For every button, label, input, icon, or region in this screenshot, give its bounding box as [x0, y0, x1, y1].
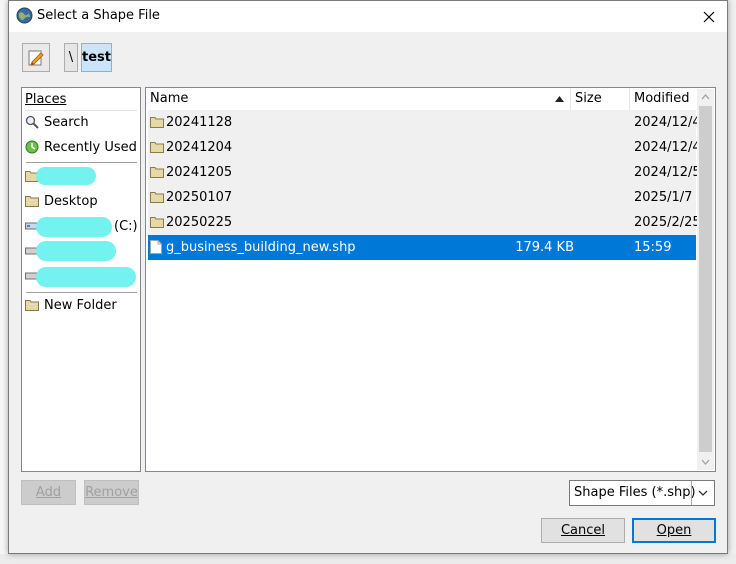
file-row-selected[interactable]: g_business_building_new.shp 179.4 KB 15:… — [148, 235, 696, 260]
column-header-size[interactable]: Size — [571, 88, 630, 110]
file-modified: 2025/2/25 — [634, 215, 701, 230]
scroll-up-icon — [701, 94, 710, 100]
file-row[interactable]: 20241205 2024/12/5 — [148, 160, 701, 185]
folder-icon — [150, 117, 164, 128]
type-filename-button[interactable] — [22, 43, 50, 72]
file-name: 20241128 — [166, 115, 233, 130]
button-label: Add — [35, 485, 62, 500]
add-button[interactable]: Add — [21, 480, 76, 505]
close-icon — [703, 11, 715, 23]
file-type-filter[interactable]: Shape Files (*.shp) — [569, 480, 715, 506]
file-icon — [150, 240, 162, 254]
file-modified: 2025/1/7 — [634, 190, 693, 205]
recent-icon — [24, 140, 40, 154]
places-separator — [26, 162, 137, 163]
vertical-scrollbar[interactable] — [697, 89, 714, 470]
path-current-folder-button[interactable]: test — [81, 43, 112, 72]
folder-icon — [150, 167, 164, 178]
background-window — [0, 0, 8, 564]
close-button[interactable] — [697, 5, 721, 29]
folder-icon — [24, 194, 40, 208]
remove-button[interactable]: Remove — [84, 480, 139, 505]
places-separator — [26, 292, 137, 293]
file-modified: 15:59 — [634, 240, 672, 255]
place-desktop[interactable]: Desktop — [24, 190, 138, 212]
file-size: 179.4 KB — [515, 240, 574, 255]
title-bar: Select a Shape File — [9, 1, 727, 32]
file-name: 20250107 — [166, 190, 233, 205]
place-label: Recently Used — [44, 139, 137, 155]
places-header-label: Places — [25, 92, 67, 107]
file-row[interactable]: 20241128 2024/12/4 — [148, 110, 701, 135]
filter-value: Shape Files (*.shp) — [574, 485, 696, 500]
file-modified: 2024/12/5 — [634, 165, 701, 180]
place-label: Search — [44, 114, 89, 130]
button-label: Open — [656, 523, 692, 538]
place-new-folder[interactable]: New Folder — [24, 294, 138, 316]
file-modified: 2024/12/4 — [634, 140, 701, 155]
file-name: 20241205 — [166, 165, 233, 180]
column-label: Modified — [634, 91, 690, 106]
globe-icon — [16, 7, 33, 24]
place-label: New Folder — [44, 297, 117, 313]
place-label: Desktop — [44, 193, 98, 209]
scroll-thumb[interactable] — [699, 106, 712, 452]
file-name: 20241204 — [166, 140, 233, 155]
select-shape-file-dialog: Select a Shape File \ test Places Search — [8, 0, 728, 554]
file-row[interactable]: 20250225 2025/2/25 — [148, 210, 701, 235]
redacted-label — [36, 241, 116, 261]
chevron-down-icon — [698, 490, 708, 496]
place-search[interactable]: Search — [24, 111, 138, 133]
column-header-modified[interactable]: Modified — [630, 88, 697, 110]
cancel-button[interactable]: Cancel — [541, 518, 625, 543]
folder-icon — [150, 192, 164, 203]
edit-pencil-icon — [28, 50, 44, 66]
file-name: g_business_building_new.shp — [166, 240, 356, 255]
place-label: (C:) — [114, 218, 138, 234]
background-window-bottom — [0, 554, 736, 564]
redacted-label — [36, 267, 136, 287]
search-icon — [24, 115, 40, 129]
button-label: Cancel — [560, 523, 606, 538]
file-list: Name Size Modified 20241128 2024/12/4 20… — [145, 87, 716, 472]
file-modified: 2024/12/4 — [634, 115, 701, 130]
redacted-label — [36, 167, 96, 185]
column-label: Size — [575, 91, 602, 106]
places-panel: Places Search Recently Used Desktop (C:)… — [21, 87, 141, 472]
column-header-name[interactable]: Name — [146, 88, 571, 110]
sort-ascending-icon — [555, 96, 564, 102]
file-row[interactable]: 20241204 2024/12/4 — [148, 135, 701, 160]
open-button[interactable]: Open — [632, 518, 716, 543]
dialog-title: Select a Shape File — [37, 8, 160, 23]
dropdown-button[interactable] — [691, 481, 714, 505]
scroll-down-icon — [701, 459, 710, 465]
redacted-label — [36, 217, 112, 237]
folder-icon — [24, 298, 40, 312]
column-label: Name — [150, 91, 189, 106]
folder-icon — [150, 142, 164, 153]
place-recently-used[interactable]: Recently Used — [24, 136, 138, 158]
button-label: Remove — [85, 485, 138, 500]
file-row[interactable]: 20250107 2025/1/7 — [148, 185, 696, 210]
folder-icon — [150, 217, 164, 228]
file-name: 20250225 — [166, 215, 233, 230]
path-root-button[interactable]: \ — [64, 43, 78, 72]
places-header[interactable]: Places — [25, 91, 137, 111]
